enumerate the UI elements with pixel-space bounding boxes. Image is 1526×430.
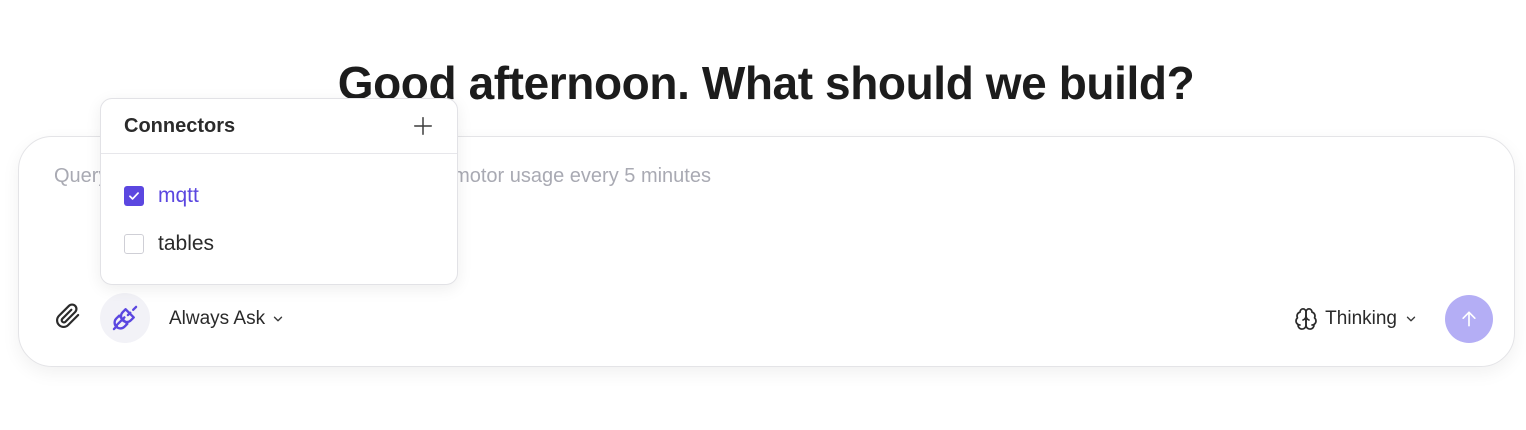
model-mode-label: Thinking	[1325, 308, 1397, 329]
model-mode-select[interactable]: Thinking	[1294, 305, 1418, 333]
approval-mode-select[interactable]: Always Ask	[169, 305, 285, 333]
paperclip-icon	[56, 303, 80, 328]
check-icon	[129, 192, 139, 200]
attach-button[interactable]	[50, 298, 86, 334]
add-connector-button[interactable]	[411, 114, 435, 138]
connectors-button[interactable]	[100, 293, 150, 343]
brain-icon	[1295, 308, 1317, 330]
connector-item-tables[interactable]: tables	[101, 220, 457, 268]
popover-header: Connectors	[101, 99, 457, 154]
connectors-popover: Connectors mqtt tables	[100, 98, 458, 285]
approval-mode-label: Always Ask	[169, 308, 266, 329]
plus-icon	[414, 117, 432, 135]
send-button[interactable]	[1445, 295, 1493, 343]
popover-title: Connectors	[124, 114, 236, 137]
connector-checkbox-checked[interactable]	[124, 186, 144, 206]
chevron-down-icon	[273, 316, 283, 322]
page: Good afternoon. What should we build? Al…	[0, 0, 1526, 430]
connector-item-mqtt[interactable]: mqtt	[101, 172, 457, 220]
connector-checkbox-unchecked[interactable]	[124, 234, 144, 254]
connector-list: mqtt tables	[101, 154, 457, 268]
chevron-down-icon	[1406, 316, 1416, 322]
plug-icon	[112, 305, 138, 331]
connector-label: mqtt	[158, 184, 199, 207]
arrow-up-icon	[1462, 311, 1476, 327]
connector-label: tables	[158, 232, 215, 255]
